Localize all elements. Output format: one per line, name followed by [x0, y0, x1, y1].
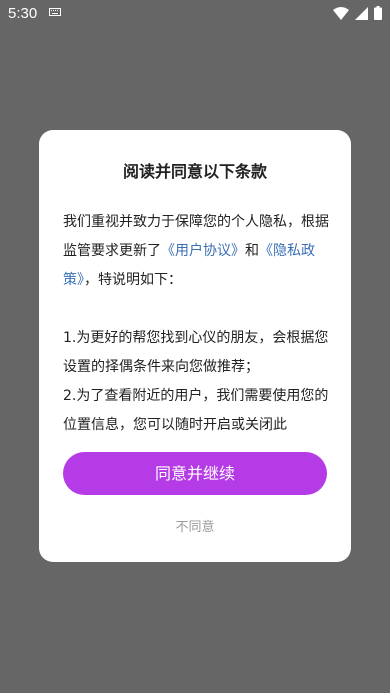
terms-dialog: 阅读并同意以下条款 我们重视并致力于保障您的个人隐私，根据监管要求更新了《用户协…	[39, 130, 351, 562]
dialog-title: 阅读并同意以下条款	[122, 162, 267, 181]
keyboard-icon	[49, 8, 61, 16]
intro-paragraph: 我们重视并致力于保障您的个人隐私，根据监管要求更新了《用户协议》和《隐私政策》，…	[63, 208, 331, 295]
dialog-body: 我们重视并致力于保障您的个人隐私，根据监管要求更新了《用户协议》和《隐私政策》，…	[63, 208, 331, 440]
wifi-icon	[333, 6, 349, 20]
terms-item-2: 2.为了查看附近的用户，我们需要使用您的位置信息，您可以随时开启或关闭此	[63, 388, 329, 433]
disagree-button[interactable]: 不同意	[39, 518, 351, 538]
status-time: 5:30	[8, 5, 38, 22]
agree-continue-button[interactable]: 同意并继续	[63, 452, 327, 495]
battery-icon	[374, 6, 382, 20]
status-icons	[333, 6, 382, 20]
signal-icon	[355, 6, 368, 20]
status-bar: 5:30	[0, 0, 390, 28]
terms-item-1: 1.为更好的帮您找到心仪的朋友，会根据您设置的择偶条件来向您做推荐；	[63, 330, 329, 375]
intro-and-text: 和	[245, 243, 259, 259]
user-agreement-link[interactable]: 《用户协议》	[161, 243, 245, 259]
intro-ending-text: ，特说明如下：	[84, 272, 182, 288]
